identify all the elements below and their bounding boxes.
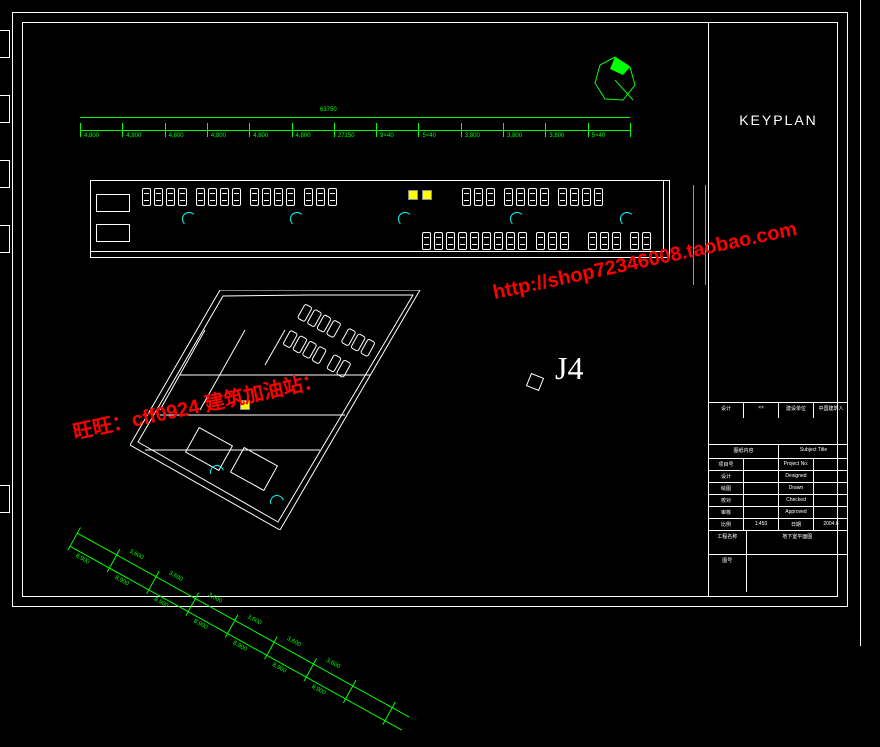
dimension-value: 4,800 xyxy=(211,133,226,139)
dimension-value: 4,800 xyxy=(253,133,268,139)
tb-cell xyxy=(744,507,779,518)
dimension-value: 3,800 xyxy=(465,133,480,139)
dimension-value: 27150 xyxy=(338,133,355,139)
tb-cell: 日期 xyxy=(779,519,814,530)
dimension-value: 4,800 xyxy=(169,133,184,139)
left-ruler xyxy=(0,0,12,646)
tb-cell: 2004.6 xyxy=(814,519,848,530)
tb-cell xyxy=(744,459,779,470)
tb-drawing-name-l: 工程名称 xyxy=(709,531,747,554)
tb-cell xyxy=(744,471,779,482)
right-edge-strip xyxy=(860,0,880,646)
tb-cell: 绘图 xyxy=(709,483,744,494)
tb-sheet-l: 图号 xyxy=(709,555,747,592)
dimension-value: 4,800 xyxy=(84,133,99,139)
tb-cell: Designed xyxy=(779,471,814,482)
dimension-value: 3,800 xyxy=(507,133,522,139)
dimension-value: 3,600 xyxy=(286,636,302,649)
dimension-value: 3,600 xyxy=(246,614,262,627)
dimension-value: 5×40 xyxy=(422,133,436,139)
dimension-value: 3,600 xyxy=(128,549,144,562)
keyplan-label: KEYPLAN xyxy=(739,112,818,128)
tb-cell: Drawn xyxy=(779,483,814,494)
dimension-value: 9×40 xyxy=(380,133,394,139)
tb-cell xyxy=(814,507,848,518)
title-block: KEYPLAN 设计 ×× 建设单位 中国建筑人 图纸内容 Subject Ti… xyxy=(708,22,848,597)
dimension-value: 3,600 xyxy=(207,592,223,605)
tb-cell: Project No. xyxy=(779,459,814,470)
dimension-value: 3,800 xyxy=(549,133,564,139)
tb-sheet-r xyxy=(747,555,849,592)
dimension-value: 5×40 xyxy=(592,133,606,139)
dimension-value: 4,800 xyxy=(296,133,311,139)
tb-cell: Checked xyxy=(779,495,814,506)
tb-cell: Approved xyxy=(779,507,814,518)
tb-cell: 比例 xyxy=(709,519,744,530)
dimension-value: 3,600 xyxy=(167,570,183,583)
tb-cell: 校对 xyxy=(709,495,744,506)
tb-header: Subject Title xyxy=(779,445,848,458)
tb-cell: 中国建筑人 xyxy=(814,403,848,418)
tb-drawing-name-r: 地下室平面图 xyxy=(747,531,849,554)
tb-cell xyxy=(814,495,848,506)
tb-cell: 建设单位 xyxy=(779,403,814,418)
tb-cell xyxy=(814,459,848,470)
dimension-value: 3,600 xyxy=(325,658,341,671)
tb-cell: 审核 xyxy=(709,507,744,518)
tb-cell xyxy=(814,471,848,482)
tb-cell: 设计 xyxy=(709,403,744,418)
drawing-label-j4: J4 xyxy=(555,350,583,387)
north-arrow xyxy=(590,55,640,105)
tb-cell xyxy=(744,495,779,506)
tb-cell: 项目号 xyxy=(709,459,744,470)
tb-cell xyxy=(744,483,779,494)
tb-header: 图纸内容 xyxy=(709,445,779,458)
tb-cell: 设计 xyxy=(709,471,744,482)
tb-cell: ×× xyxy=(744,403,779,418)
tb-cell: 1:450 xyxy=(744,519,779,530)
dimension-value: 4,800 xyxy=(126,133,141,139)
tb-cell xyxy=(814,483,848,494)
right-dimension-line xyxy=(685,185,713,285)
top-dimension-line: 63750 4,8004,8004,8004,8004,8004,8002715… xyxy=(80,115,630,145)
